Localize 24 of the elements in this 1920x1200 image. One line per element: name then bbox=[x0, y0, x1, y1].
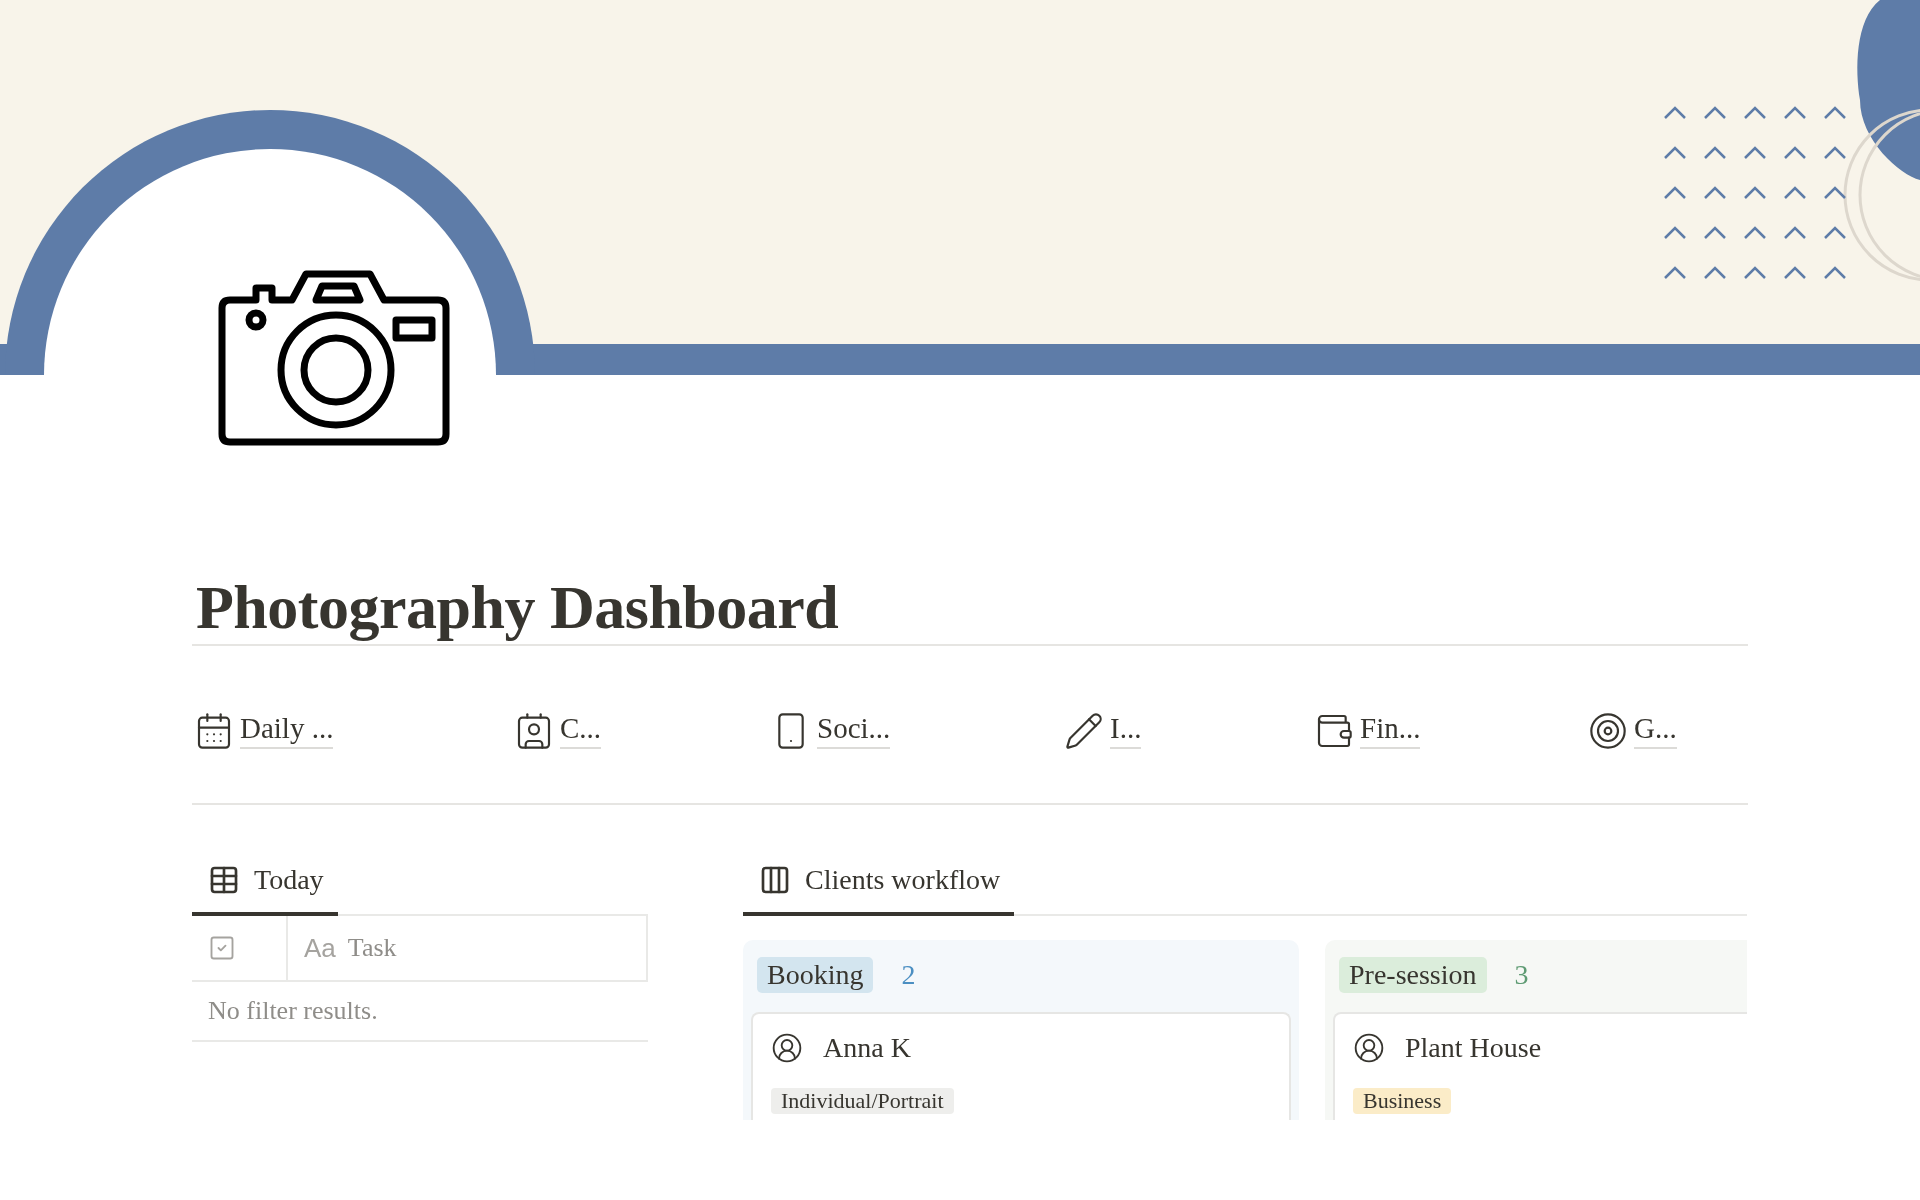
view-tab[interactable]: Today bbox=[192, 850, 338, 917]
page-link[interactable]: G... bbox=[1634, 712, 1677, 750]
person-icon bbox=[1353, 1032, 1385, 1065]
target-icon bbox=[1588, 710, 1628, 751]
category-tag: Individual/Portrait bbox=[771, 1088, 954, 1115]
card-title: Anna K bbox=[823, 1032, 911, 1065]
status-tag: Booking bbox=[757, 957, 874, 994]
card-title: Plant House bbox=[1405, 1032, 1542, 1065]
client-card[interactable]: Plant House Business bbox=[1333, 1012, 1747, 1121]
page-link[interactable]: Fin... bbox=[1360, 712, 1421, 750]
page-link[interactable]: Soci... bbox=[817, 712, 891, 750]
card-count: 2 bbox=[901, 959, 916, 992]
view-tab[interactable]: Clients workflow bbox=[743, 850, 1015, 917]
page-link[interactable]: I... bbox=[1110, 712, 1142, 750]
person-icon bbox=[771, 1032, 803, 1065]
empty-message: No filter results. bbox=[192, 982, 648, 1043]
category-tag: Business bbox=[1353, 1088, 1452, 1115]
card-count: 3 bbox=[1514, 959, 1529, 992]
status-tag: Pre-session bbox=[1339, 957, 1487, 994]
page-link[interactable]: Daily ... bbox=[240, 712, 334, 750]
pencil-icon bbox=[1064, 710, 1104, 751]
page-link[interactable]: C... bbox=[560, 712, 602, 750]
page-title: Photography Dashboard bbox=[196, 572, 840, 643]
client-card[interactable]: Anna K Individual/Portrait bbox=[751, 1012, 1291, 1121]
